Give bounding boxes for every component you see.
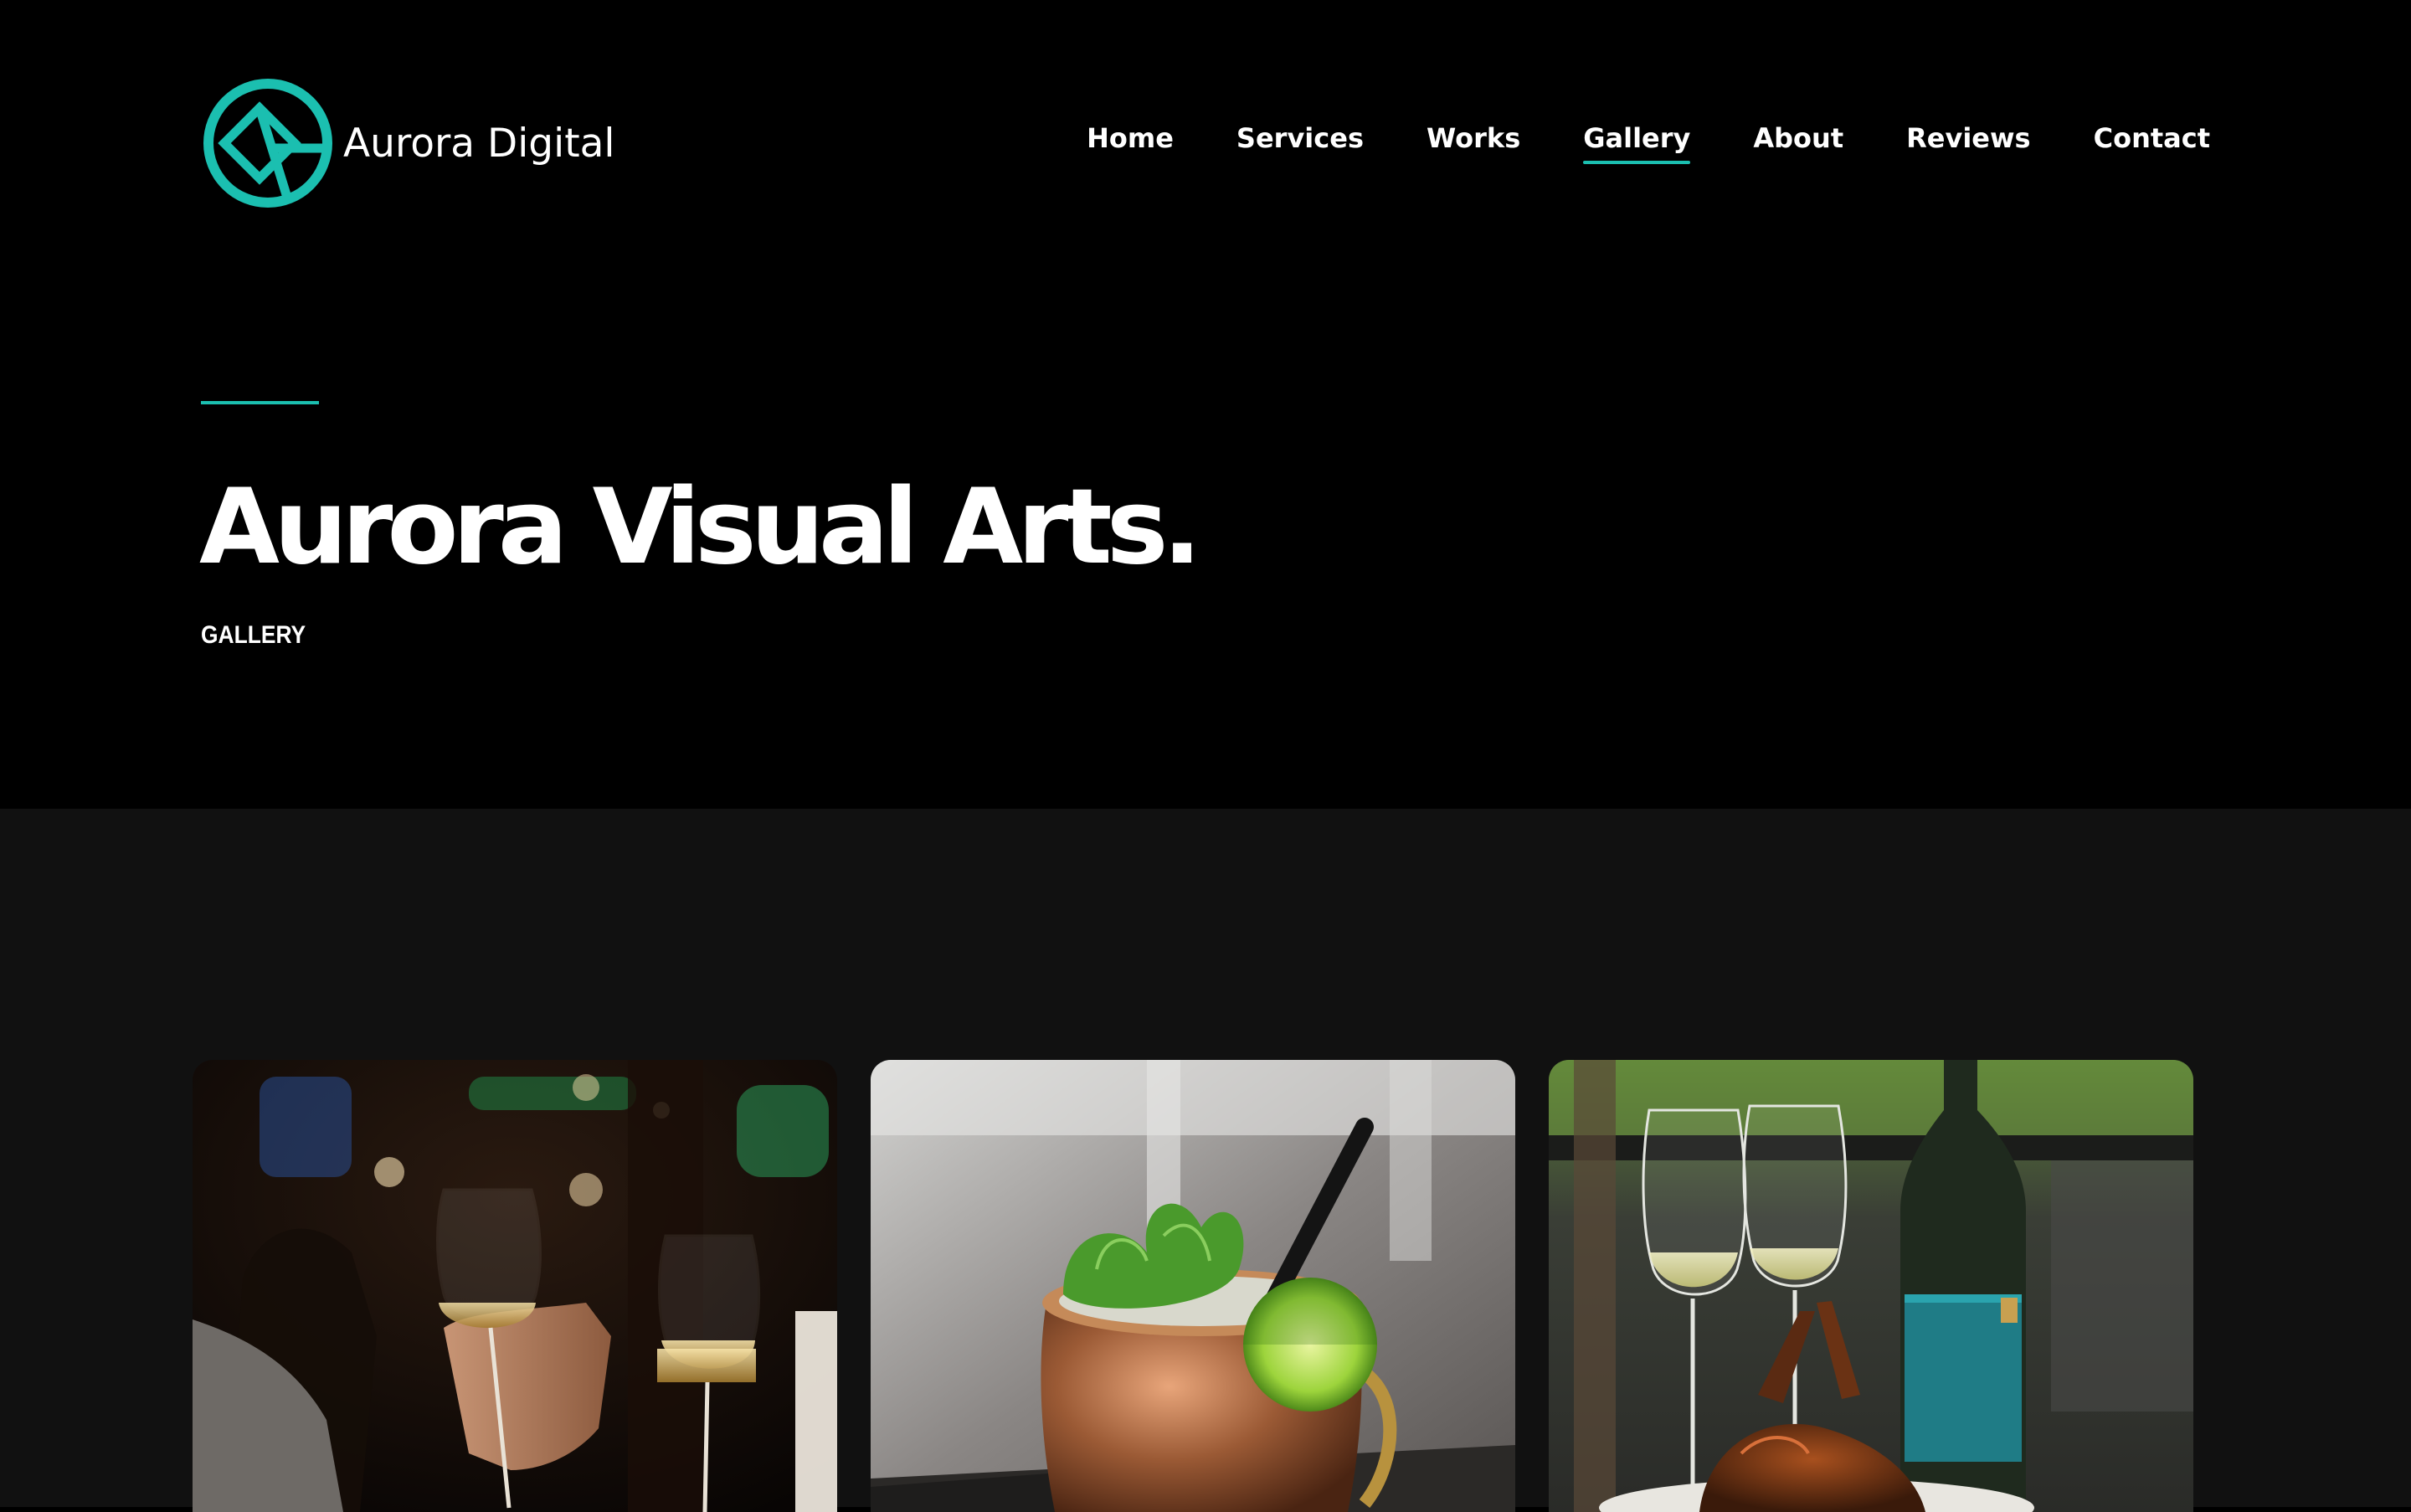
- nav-item-contact[interactable]: Contact: [2094, 122, 2210, 159]
- title-accent-line: [201, 401, 319, 404]
- page-subtitle: GALLERY: [201, 621, 306, 649]
- main-nav: Home Services Works Gallery About Review…: [1087, 122, 2210, 164]
- nav-item-about[interactable]: About: [1753, 122, 1843, 159]
- hero-header: Aurora Digital Home Services Works Galle…: [0, 0, 2411, 809]
- wine-bottle-and-lamb-chops-photo: [1549, 1060, 2193, 1512]
- nav-item-home[interactable]: Home: [1087, 122, 1174, 159]
- gallery-grid: [193, 1060, 2193, 1512]
- aurora-logo-icon: [203, 79, 332, 208]
- nav-item-works[interactable]: Works: [1427, 122, 1520, 159]
- moscow-mule-cocktail-photo: [871, 1060, 1515, 1512]
- gallery-section: [0, 809, 2411, 1512]
- gallery-item-wine-and-lamb[interactable]: [1549, 1060, 2193, 1512]
- gallery-item-moscow-mule[interactable]: [871, 1060, 1515, 1512]
- page-title: Aurora Visual Arts.: [199, 467, 1202, 588]
- nav-item-reviews[interactable]: Reviews: [1906, 122, 2030, 159]
- wine-glasses-photo: [193, 1060, 837, 1512]
- gallery-item-wine-glasses[interactable]: [193, 1060, 837, 1512]
- nav-item-services[interactable]: Services: [1236, 122, 1364, 159]
- brand-name: Aurora Digital: [343, 120, 615, 167]
- brand-logo[interactable]: Aurora Digital: [201, 77, 614, 209]
- nav-item-gallery[interactable]: Gallery: [1583, 122, 1691, 164]
